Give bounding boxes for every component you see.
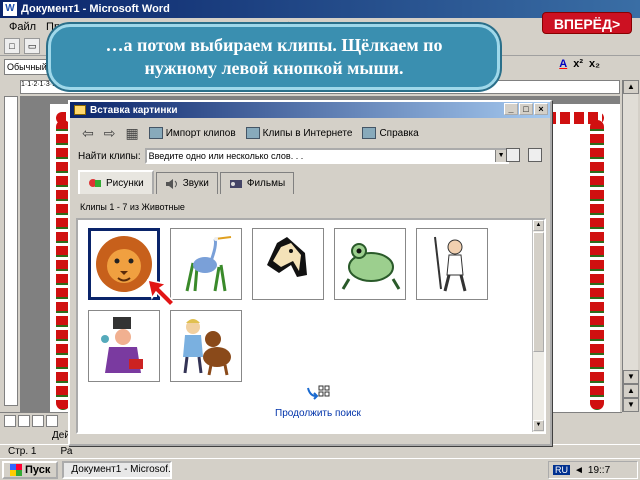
find-side-buttons — [506, 148, 542, 162]
next-slide-button[interactable]: ВПЕРЁД> — [542, 12, 632, 34]
magician-image — [101, 317, 143, 373]
hunter-image — [434, 236, 467, 292]
taskbar-word-document[interactable]: Документ1 - Microsof... — [62, 460, 173, 479]
clipart-icon — [74, 105, 86, 115]
minimize-icon[interactable]: _ — [504, 103, 518, 115]
gallery-scroll-thumb[interactable] — [533, 232, 544, 352]
globe-icon — [245, 127, 260, 139]
windows-logo-icon — [10, 463, 22, 476]
clip-gallery-scrollbar[interactable]: ▲ ▼ — [532, 220, 544, 432]
dialog-window-controls: _ □ × — [504, 103, 548, 115]
taskbar-word-label: Документ1 - Microsof... — [71, 463, 173, 475]
find-clips-row: Найти клипы: Введите одно или несколько … — [78, 148, 509, 164]
style-select[interactable]: Обычный — [4, 59, 50, 75]
clips-online-button[interactable]: Клипы в Интернете — [245, 127, 353, 139]
pictures-icon — [89, 179, 101, 187]
tab-movies[interactable]: Фильмы — [219, 172, 295, 194]
girl-with-dog-image — [183, 319, 231, 376]
dialog-title: Вставка картинки — [90, 104, 178, 116]
movies-icon — [229, 179, 242, 188]
word-icon: W — [3, 2, 17, 16]
dialog-title-bar: Вставка картинки _ □ × — [70, 102, 550, 118]
outline-view-icon[interactable] — [46, 414, 58, 427]
status-page: Стр. 1 — [8, 446, 37, 457]
online-label: Клипы в Интернете — [262, 127, 353, 139]
scroll-up-icon[interactable]: ▲ — [623, 80, 639, 94]
subscript-icon[interactable]: x₂ — [589, 58, 600, 70]
import-label: Импорт клипов — [165, 127, 236, 139]
import-icon — [148, 127, 163, 139]
instruction-callout: …а потом выбираем клипы. Щёлкаем по нужн… — [48, 24, 500, 90]
import-clips-button[interactable]: Импорт клипов — [148, 127, 236, 139]
system-tray: RU ◄ 19::7 — [548, 461, 638, 479]
new-document-icon[interactable]: □ — [4, 37, 20, 54]
start-label: Пуск — [25, 463, 51, 476]
menu-file[interactable]: Файл — [4, 21, 41, 33]
superscript-icon[interactable]: x² — [573, 58, 583, 70]
maximize-icon[interactable]: □ — [519, 103, 533, 115]
normal-view-icon[interactable] — [4, 414, 16, 427]
windows-taskbar: Пуск Документ1 - Microsof... RU ◄ 19::7 — [0, 458, 640, 480]
find-clips-input[interactable]: Введите одно или несколько слов. . . ▼ — [144, 148, 509, 164]
frog-image — [341, 243, 401, 290]
open-folder-icon[interactable]: ▭ — [24, 37, 40, 54]
heron-image — [185, 236, 232, 292]
red-pointer-arrow-icon — [147, 279, 176, 308]
chevron-down-icon[interactable]: ▼ — [494, 150, 507, 162]
clip-heron[interactable] — [170, 228, 242, 300]
formatting-right-tools: A x² x₂ — [559, 58, 600, 70]
speaker-icon[interactable]: ◄ — [574, 465, 584, 476]
clip-hunter[interactable] — [416, 228, 488, 300]
horse-image — [267, 237, 307, 277]
document-vertical-scrollbar[interactable]: ▲ ▼ ▲ ▼ — [622, 80, 639, 412]
help-button[interactable]: Справка — [362, 127, 419, 139]
tab-pictures-label: Рисунки — [106, 177, 144, 189]
paste-icon[interactable] — [528, 148, 542, 162]
clock: 19::7 — [587, 464, 611, 476]
previous-page-icon[interactable]: ▲ — [623, 384, 639, 398]
continue-search-icon — [307, 385, 330, 400]
find-label: Найти клипы: — [78, 150, 141, 162]
sounds-icon — [165, 178, 177, 189]
status-position: Ра — [60, 446, 73, 457]
dialog-toolbar: ⇦ ⇨ ▦ Импорт клипов Клипы в Интернете Сп… — [74, 122, 546, 144]
gallery-scroll-down-icon[interactable]: ▼ — [533, 420, 544, 431]
help-book-icon — [362, 127, 377, 139]
continue-search-link[interactable]: Продолжить поиск — [268, 384, 368, 419]
vertical-ruler — [4, 96, 18, 406]
continue-search-label: Продолжить поиск — [275, 408, 361, 419]
clip-magician[interactable] — [88, 310, 160, 382]
all-categories-icon[interactable]: ▦ — [125, 125, 138, 142]
font-color-icon[interactable]: A — [559, 58, 567, 70]
copy-icon[interactable] — [506, 148, 520, 162]
clip-count: Клипы 1 - 7 из Животные — [80, 202, 185, 212]
forward-arrow-icon[interactable]: ⇨ — [104, 125, 116, 142]
clip-girl-with-dog[interactable] — [170, 310, 242, 382]
clip-frog[interactable] — [334, 228, 406, 300]
back-arrow-icon[interactable]: ⇦ — [82, 125, 94, 142]
help-label: Справка — [379, 127, 419, 139]
language-indicator[interactable]: RU — [553, 465, 570, 475]
web-view-icon[interactable] — [18, 414, 30, 427]
clip-horse[interactable] — [252, 228, 324, 300]
tab-pictures[interactable]: Рисунки — [78, 170, 154, 194]
tab-sounds-label: Звуки — [182, 178, 209, 189]
tab-movies-label: Фильмы — [246, 178, 286, 189]
next-page-icon[interactable]: ▼ — [623, 398, 639, 412]
gallery-scroll-up-icon[interactable]: ▲ — [533, 220, 544, 231]
find-placeholder: Введите одно или несколько слов. . . — [148, 151, 304, 161]
clip-type-tabs: Рисунки Звуки Фильмы — [78, 170, 295, 194]
rose-border-right — [590, 120, 604, 410]
start-button[interactable]: Пуск — [2, 460, 59, 479]
clip-gallery: Продолжить поиск ▲ ▼ — [76, 218, 546, 434]
print-view-icon[interactable] — [32, 414, 44, 427]
scroll-down-icon[interactable]: ▼ — [623, 370, 639, 384]
insert-picture-dialog: Вставка картинки _ □ × ⇦ ⇨ ▦ Импорт клип… — [68, 100, 552, 446]
status-bar: Стр. 1 Ра — [0, 444, 640, 458]
close-icon[interactable]: × — [534, 103, 548, 115]
tab-sounds[interactable]: Звуки — [155, 172, 218, 194]
word-title: Документ1 - Microsoft Word — [21, 3, 170, 15]
